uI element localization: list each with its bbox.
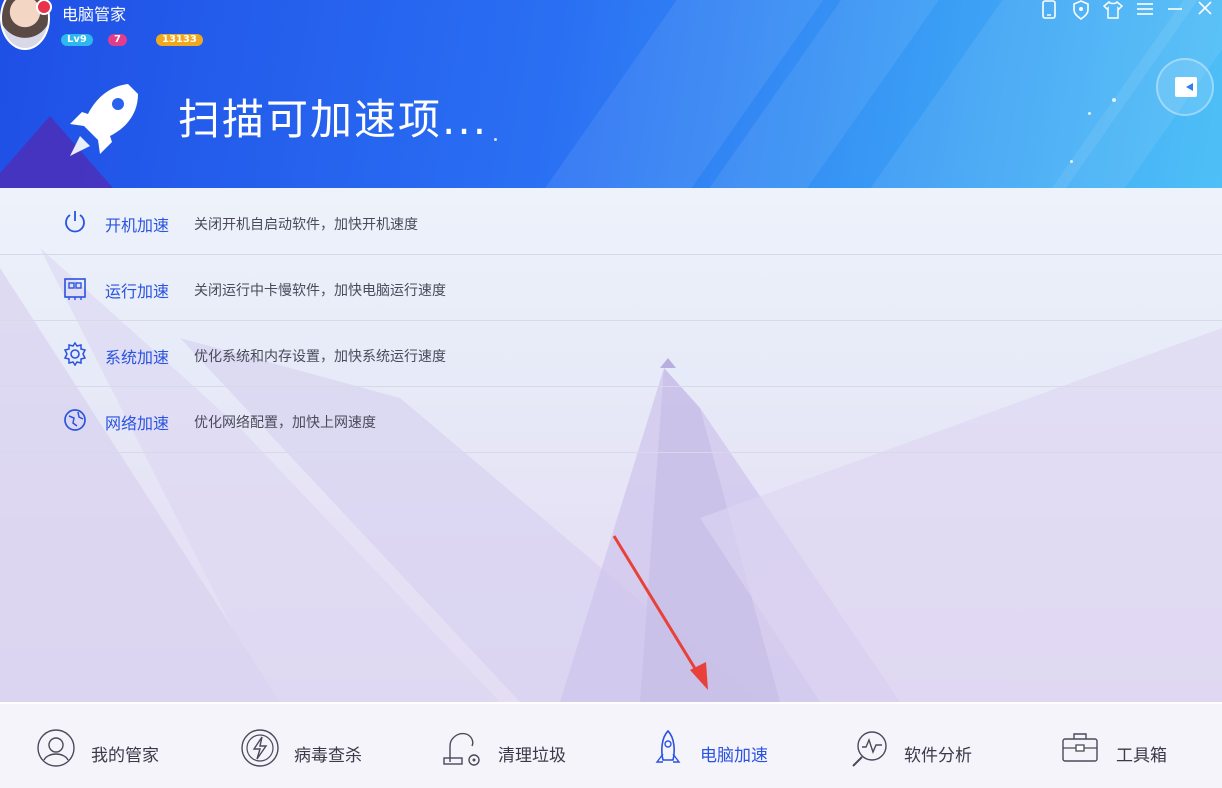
exit-icon bbox=[1175, 77, 1197, 97]
app-title: 电脑管家 bbox=[62, 5, 127, 24]
nav-item-pc-speedup[interactable]: 电脑加速 bbox=[648, 704, 798, 788]
shield-icon[interactable] bbox=[1069, 0, 1093, 20]
nav-label: 电脑加速 bbox=[700, 746, 768, 766]
shirt-icon[interactable] bbox=[1101, 0, 1125, 20]
annotation-arrow bbox=[612, 535, 708, 690]
vacuum-cleaner-icon bbox=[443, 732, 480, 766]
banner-sparkle bbox=[494, 138, 497, 141]
minimize-icon[interactable] bbox=[1163, 0, 1187, 20]
banner-sparkle bbox=[1112, 98, 1116, 102]
exit-mode-button[interactable] bbox=[1156, 58, 1214, 116]
nav-item-clean-junk[interactable]: 清理垃圾 bbox=[442, 704, 592, 788]
speedup-panel: 开机加速 关闭开机自启动软件，加快开机速度 运行加速 关闭运行中卡慢软件，加快电… bbox=[0, 188, 1222, 702]
rocket-icon bbox=[655, 729, 681, 763]
message-badge[interactable]: 7 bbox=[108, 34, 127, 46]
nav-label: 病毒查杀 bbox=[294, 746, 362, 766]
scan-status-title: 扫描可加速项... bbox=[178, 95, 489, 144]
nav-label: 我的管家 bbox=[91, 746, 159, 766]
header-banner: 电脑管家 Lv9 7 13133 扫描可加速项... bbox=[0, 0, 1222, 188]
coin-badge[interactable]: 13133 bbox=[156, 34, 203, 46]
nav-item-toolbox[interactable]: 工具箱 bbox=[1060, 704, 1210, 788]
butler-avatar-icon bbox=[37, 729, 75, 767]
nav-item-virus-scan[interactable]: 病毒查杀 bbox=[240, 704, 390, 788]
magnifier-chart-icon bbox=[852, 731, 887, 767]
close-icon[interactable] bbox=[1193, 0, 1217, 20]
bottom-navigation: 我的管家 病毒查杀 清理垃圾 电脑加速 软件分析 工具箱 bbox=[0, 702, 1222, 788]
banner-sparkle bbox=[1088, 112, 1091, 115]
nav-label: 工具箱 bbox=[1116, 746, 1167, 766]
lightning-shield-icon bbox=[241, 729, 279, 767]
nav-label: 软件分析 bbox=[904, 746, 972, 766]
rocket-icon bbox=[70, 84, 138, 156]
nav-item-software-analysis[interactable]: 软件分析 bbox=[850, 704, 1000, 788]
nav-item-my-butler[interactable]: 我的管家 bbox=[36, 704, 186, 788]
level-badge[interactable]: Lv9 bbox=[61, 34, 93, 46]
banner-sparkle bbox=[1070, 160, 1073, 163]
toolbox-icon bbox=[1062, 733, 1098, 762]
menu-icon[interactable] bbox=[1133, 0, 1157, 20]
nav-label: 清理垃圾 bbox=[498, 746, 566, 766]
phone-icon[interactable] bbox=[1037, 0, 1061, 20]
